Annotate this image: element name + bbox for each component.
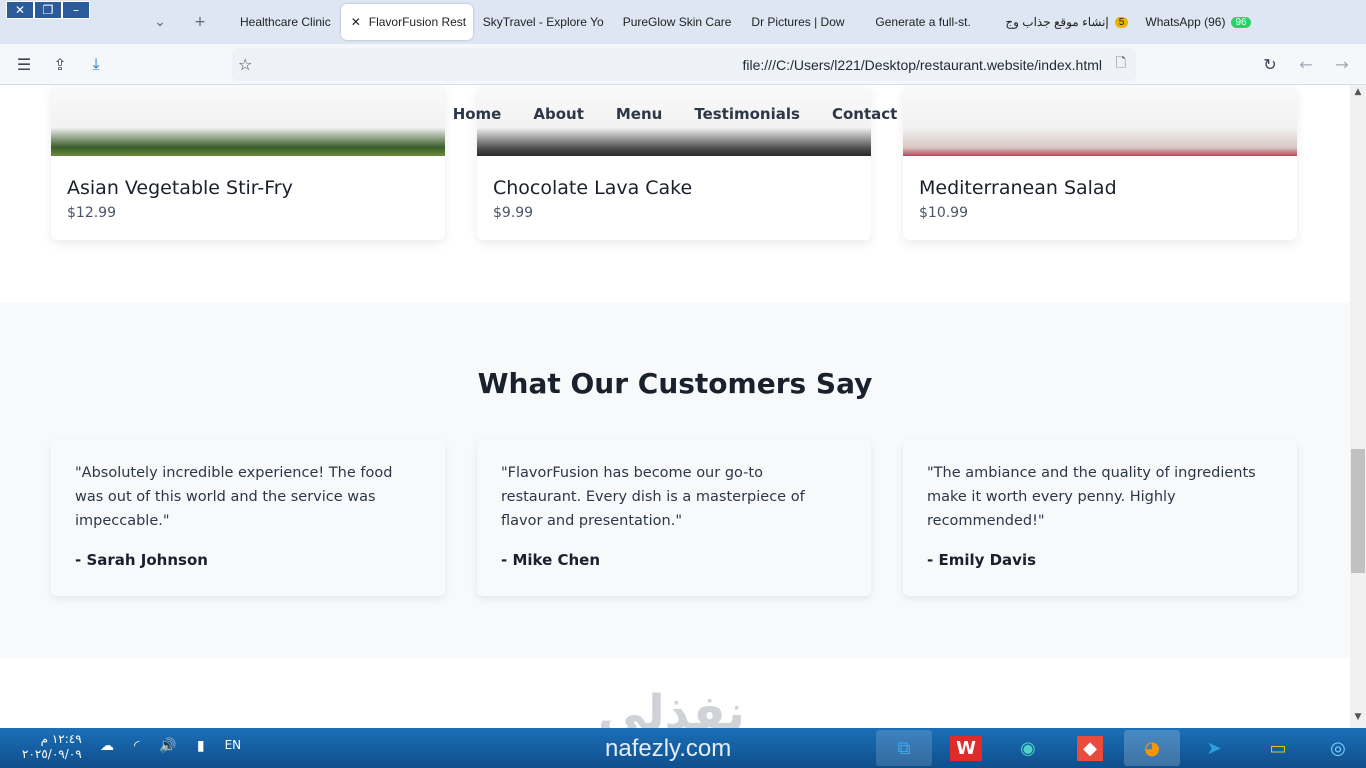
testimonial-author: - Emily Davis [927,551,1037,569]
system-tray: ☁ ◜ 🔊 ▮ EN [100,738,241,754]
testimonial-author: - Sarah Johnson [75,551,208,569]
testimonial-card: "Absolutely incredible experience! The f… [51,439,445,596]
clock[interactable]: ١٢:٤٩ م ٢٠٢٥/٠٩/٠٩ [22,732,82,762]
start-button-icon[interactable]: ◎ [1310,730,1366,766]
dish-price: $9.99 [493,205,534,221]
wps-taskbar-icon[interactable]: W [938,730,994,766]
dish-price: $12.99 [67,205,116,221]
scroll-down-icon[interactable]: ▼ [1350,712,1366,726]
clock-time: ١٢:٤٩ م [40,732,82,746]
reload-icon[interactable]: ↻ [1252,55,1288,74]
battery-icon[interactable]: ▮ [197,738,205,754]
tab-arabic[interactable]: إنشاء موقع جذاب وج 5 [995,4,1135,40]
tab-label: إنشاء موقع جذاب وج [1005,15,1109,29]
tab-label: SkyTravel - Explore Yo [482,15,604,29]
tab-label: WhatsApp (96) [1145,15,1226,29]
tab-strip: ✕ ❐ – ⌄ + Healthcare Clinic ✕ FlavorFusio… [0,0,1366,44]
tab-badge: 96 [1231,16,1251,28]
testimonial-quote: "The ambiance and the quality of ingredi… [927,465,1256,529]
page-scrollbar[interactable]: ▲ ▼ [1350,85,1366,728]
testimonial-card: "FlavorFusion has become our go-to resta… [477,439,871,596]
bookmark-star-icon[interactable]: ☆ [238,55,252,74]
tab-healthcare[interactable]: Healthcare Clinic [230,4,341,40]
tab-generate[interactable]: Generate a full-st. [865,4,995,40]
scroll-up-icon[interactable]: ▲ [1350,87,1366,101]
share-icon[interactable]: ⇪ [42,55,78,74]
tab-pureglow[interactable]: PureGlow Skin Care [613,4,742,40]
volume-icon[interactable]: 🔊 [159,738,176,754]
address-bar-row: ☰ ⇪ ⤓ ☆ file:///C:/Users/l221/Desktop/re… [0,44,1366,85]
testimonial-quote: "FlavorFusion has become our go-to resta… [501,465,805,529]
network-icon[interactable]: ◜ [134,738,139,754]
tab-label: Dr Pictures | Dow [751,15,845,29]
url-text[interactable]: file:///C:/Users/l221/Desktop/restaurant… [743,57,1103,73]
vscode-taskbar-icon[interactable]: ⧉ [876,730,932,766]
tab-label: Generate a full-st. [875,15,971,29]
address-field[interactable]: ☆ file:///C:/Users/l221/Desktop/restaura… [232,48,1136,81]
testimonials-section: What Our Customers Say "Absolutely incre… [0,303,1350,658]
tab-flavorfusion[interactable]: ✕ FlavorFusion Rest [340,4,473,40]
dish-price: $10.99 [919,205,968,221]
language-indicator[interactable]: EN [225,738,242,754]
watermark-logo: نفذلي [598,685,745,728]
tab-dr-pictures[interactable]: Dr Pictures | Dow [741,4,865,40]
window-controls: ✕ ❐ – [6,1,90,21]
watermark-url: nafezly.com [605,735,732,762]
onedrive-icon[interactable]: ☁ [100,738,114,754]
dish-name: Mediterranean Salad [919,177,1117,199]
testimonial-author: - Mike Chen [501,551,601,569]
tab-label: Healthcare Clinic [240,15,331,29]
main-nav: Home About Menu Testimonials Contact [0,85,1350,143]
tab-whatsapp[interactable]: WhatsApp (96) 96 [1135,4,1260,40]
tab-badge: 5 [1114,16,1129,28]
close-tab-icon[interactable]: ✕ [351,15,361,29]
minimize-window-icon[interactable]: – [62,1,90,19]
tab-skytravel[interactable]: SkyTravel - Explore Yo [473,4,613,40]
forward-icon[interactable]: → [1324,55,1360,74]
clock-date: ٢٠٢٥/٠٩/٠٩ [22,747,82,761]
nav-menu[interactable]: Menu [616,105,662,123]
download-icon[interactable]: ⤓ [78,54,114,74]
dish-name: Chocolate Lava Cake [493,177,693,199]
testimonial-list: "Absolutely incredible experience! The f… [51,439,1297,596]
tab-list-dropdown-icon[interactable]: ⌄ [140,14,180,30]
testimonial-card: "The ambiance and the quality of ingredi… [903,439,1297,596]
nav-contact[interactable]: Contact [832,105,897,123]
telegram-taskbar-icon[interactable]: ➤ [1186,730,1242,766]
anydesk-taskbar-icon[interactable]: ◆ [1062,730,1118,766]
tab-label: PureGlow Skin Care [622,15,732,29]
firefox-taskbar-icon[interactable]: ◕ [1124,730,1180,766]
scrollbar-thumb[interactable] [1351,449,1365,573]
nav-testimonials[interactable]: Testimonials [694,105,800,123]
page-viewport: Asian Vegetable Stir-Fry $12.99 Chocolat… [0,85,1350,728]
nav-home[interactable]: Home [453,105,502,123]
new-tab-icon[interactable]: + [180,14,220,30]
menu-icon[interactable]: ☰ [6,55,42,74]
close-window-icon[interactable]: ✕ [6,1,34,19]
taskbar: ١٢:٤٩ م ٢٠٢٥/٠٩/٠٩ ☁ ◜ 🔊 ▮ EN nafezly.co… [0,728,1366,768]
restore-window-icon[interactable]: ❐ [34,1,62,19]
dish-name: Asian Vegetable Stir-Fry [67,177,293,199]
section-title: What Our Customers Say [477,367,873,400]
tab-label: FlavorFusion Rest [368,15,467,29]
file-icon: 🗋 [1115,55,1126,71]
testimonial-quote: "Absolutely incredible experience! The f… [75,465,393,529]
nav-about[interactable]: About [533,105,584,123]
explorer-taskbar-icon[interactable]: ▭ [1250,730,1306,766]
back-icon[interactable]: ← [1288,55,1324,74]
edge-taskbar-icon[interactable]: ◉ [1000,730,1056,766]
